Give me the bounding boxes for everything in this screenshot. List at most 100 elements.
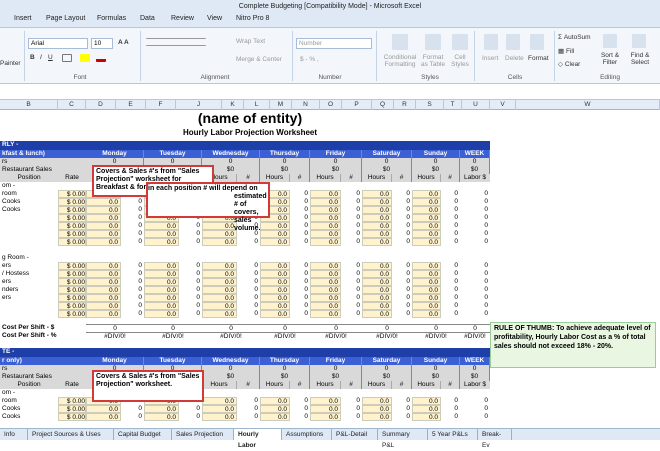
conditional-formatting-button[interactable]: Conditional Formatting <box>380 54 420 68</box>
position-name[interactable]: nders <box>0 286 58 294</box>
hours-value[interactable]: 0.0 <box>260 294 290 302</box>
tab-review[interactable]: Review <box>171 15 194 22</box>
hours-value[interactable]: 0.0 <box>362 270 392 278</box>
total-value[interactable]: 0 <box>310 324 362 332</box>
count-value[interactable]: 0 <box>179 222 202 230</box>
hours-value[interactable]: 0.0 <box>86 310 121 318</box>
col-header[interactable]: C <box>58 100 86 110</box>
hours-value[interactable]: 0.0 <box>202 230 237 238</box>
hours-value[interactable]: 0.0 <box>310 294 341 302</box>
total-value[interactable]: #DIV/0! <box>86 332 144 340</box>
rate-header[interactable]: Rate <box>58 381 86 389</box>
sheet-tab[interactable]: P&L-Detail <box>332 429 378 440</box>
count-value[interactable]: 0 <box>341 270 362 278</box>
count-value[interactable]: 0 <box>179 413 202 421</box>
count-header[interactable]: # <box>237 174 260 182</box>
day-header[interactable]: Sunday <box>412 150 460 158</box>
count-value[interactable]: 0 <box>392 262 412 270</box>
count-value[interactable]: 0 <box>392 302 412 310</box>
count-value[interactable]: 0 <box>121 302 144 310</box>
position-name[interactable]: ers <box>0 278 58 286</box>
hours-value[interactable]: 0.0 <box>144 413 179 421</box>
covers-value[interactable]: 0 <box>310 365 362 373</box>
entity-name[interactable]: (name of entity) <box>150 110 350 126</box>
font-name-select[interactable]: Arial <box>28 38 88 49</box>
hours-value[interactable]: 0.0 <box>86 198 121 206</box>
labor-value[interactable]: 0 <box>460 198 490 206</box>
worksheet-grid[interactable]: (name of entity) Hourly Labor Projection… <box>0 110 660 428</box>
count-value[interactable]: 0 <box>341 262 362 270</box>
rate-value[interactable]: $ 0.00 <box>58 294 86 302</box>
count-value[interactable]: 0 <box>441 190 460 198</box>
hours-value[interactable]: 0.0 <box>310 262 341 270</box>
rate-value[interactable]: $ 0.00 <box>58 198 86 206</box>
col-header[interactable]: F <box>146 100 176 110</box>
count-value[interactable]: 0 <box>121 294 144 302</box>
labor-value[interactable]: 0 <box>460 278 490 286</box>
rate-value[interactable]: $ 0.00 <box>58 413 86 421</box>
hours-value[interactable]: 0.0 <box>86 270 121 278</box>
total-value[interactable]: 0 <box>362 324 412 332</box>
count-value[interactable]: 0 <box>341 222 362 230</box>
hours-header[interactable]: Hours <box>260 174 290 182</box>
count-value[interactable]: 0 <box>392 294 412 302</box>
tab-view[interactable]: View <box>207 15 222 22</box>
day-header[interactable]: Saturday <box>362 357 412 365</box>
cost-shift-pct-label[interactable]: Cost Per Shift - % <box>0 332 86 340</box>
count-value[interactable]: 0 <box>341 238 362 246</box>
count-value[interactable]: 0 <box>121 214 144 222</box>
count-value[interactable]: 0 <box>341 310 362 318</box>
day-header[interactable]: WEEK <box>460 150 490 158</box>
covers-value[interactable]: 0 <box>362 158 412 166</box>
position-name[interactable]: Cooks <box>0 413 58 421</box>
position-header[interactable]: Position <box>0 174 58 182</box>
rate-value[interactable]: $ 0.00 <box>58 206 86 214</box>
count-value[interactable]: 0 <box>392 405 412 413</box>
count-value[interactable]: 0 <box>341 214 362 222</box>
count-value[interactable]: 0 <box>290 397 310 405</box>
covers-value[interactable]: 0 <box>260 365 310 373</box>
hours-value[interactable]: 0.0 <box>144 278 179 286</box>
hours-value[interactable]: 0.0 <box>412 302 441 310</box>
hours-value[interactable]: 0.0 <box>412 294 441 302</box>
rate-value[interactable]: $ 0.00 <box>58 286 86 294</box>
total-value[interactable]: #DIV/0! <box>310 332 362 340</box>
labor-header[interactable]: Labor $ <box>460 174 490 182</box>
hours-value[interactable]: 0.0 <box>202 238 237 246</box>
count-value[interactable]: 0 <box>441 302 460 310</box>
hours-value[interactable]: 0.0 <box>362 294 392 302</box>
count-value[interactable]: 0 <box>392 222 412 230</box>
count-value[interactable]: 0 <box>237 405 260 413</box>
labor-value[interactable]: 0 <box>460 310 490 318</box>
hours-value[interactable]: 0.0 <box>260 230 290 238</box>
format-cells-icon[interactable] <box>530 34 544 50</box>
find-select-icon[interactable] <box>632 34 646 48</box>
section-sub-late[interactable]: r only) <box>0 357 86 365</box>
count-value[interactable]: 0 <box>121 286 144 294</box>
count-value[interactable]: 0 <box>237 302 260 310</box>
count-value[interactable]: 0 <box>290 270 310 278</box>
count-header[interactable]: # <box>441 381 460 389</box>
day-header[interactable]: Friday <box>310 150 362 158</box>
count-header[interactable]: # <box>341 174 362 182</box>
day-header[interactable]: Sunday <box>412 357 460 365</box>
sales-value[interactable]: $0 <box>310 166 362 174</box>
total-value[interactable]: #DIV/0! <box>460 332 490 340</box>
find-select-button[interactable]: Find & Select <box>626 52 654 66</box>
total-value[interactable]: 0 <box>144 324 202 332</box>
hours-value[interactable]: 0.0 <box>144 222 179 230</box>
sheet-tab[interactable]: Summary P&L <box>378 429 428 449</box>
day-header[interactable]: Saturday <box>362 150 412 158</box>
rate-value[interactable]: $ 0.00 <box>58 405 86 413</box>
tab-nitro[interactable]: Nitro Pro 8 <box>236 15 269 22</box>
rate-value[interactable]: $ 0.00 <box>58 310 86 318</box>
hours-value[interactable]: 0.0 <box>362 302 392 310</box>
hours-value[interactable]: 0.0 <box>202 310 237 318</box>
sales-value[interactable]: $0 <box>412 166 460 174</box>
hours-value[interactable]: 0.0 <box>260 262 290 270</box>
sales-value[interactable]: $0 <box>260 373 310 381</box>
hours-value[interactable]: 0.0 <box>362 214 392 222</box>
count-value[interactable]: 0 <box>179 238 202 246</box>
count-value[interactable]: 0 <box>341 397 362 405</box>
labor-value[interactable]: 0 <box>460 397 490 405</box>
